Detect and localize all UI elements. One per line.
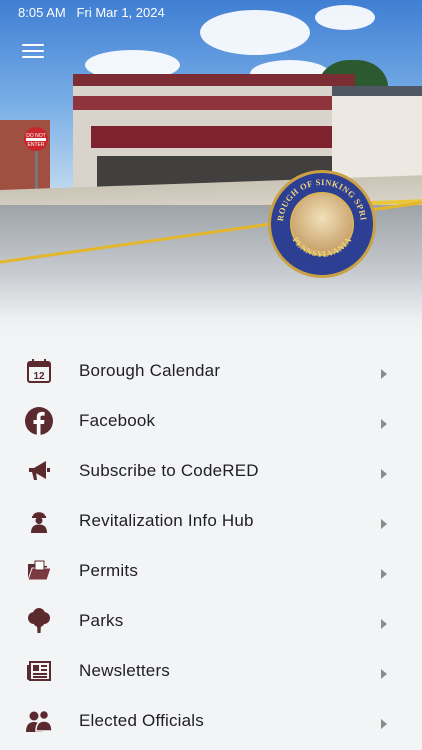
status-date: Fri Mar 1, 2024 (76, 5, 165, 20)
status-time: 8:05 AM (18, 5, 66, 20)
menu-item-label: Subscribe to CodeRED (79, 461, 259, 480)
calendar-icon: 12 (25, 357, 53, 385)
tree-icon (25, 607, 53, 635)
chevron-right-icon (381, 519, 387, 529)
menu-item-label: Parks (79, 611, 124, 630)
folder-icon (25, 557, 53, 585)
menu-bar-line (22, 56, 44, 58)
seal-text: BOROUGH OF SINKING SPRING PENNSYLVANIA (271, 173, 369, 259)
newspaper-icon (25, 657, 53, 685)
svg-text:PENNSYLVANIA: PENNSYLVANIA (291, 235, 354, 259)
header-banner-image: DO NOT ENTER BOROUGH OF SINKING SPRING P… (0, 0, 422, 340)
status-bar: 8:05 AM Fri Mar 1, 2024 (18, 5, 165, 20)
seal-bottom-text: PENNSYLVANIA (291, 235, 354, 259)
menu-item-label: Borough Calendar (79, 361, 221, 380)
chevron-right-icon (381, 369, 387, 379)
menu-item-elected-officials[interactable]: Elected Officials (0, 695, 422, 745)
menu-item-newsletters[interactable]: Newsletters (0, 645, 422, 695)
facebook-icon (25, 407, 53, 435)
menu-item-revitalization-info-hub[interactable]: Revitalization Info Hub (0, 495, 422, 545)
chevron-right-icon (381, 469, 387, 479)
seal-top-text: BOROUGH OF SINKING SPRING (271, 173, 368, 222)
borough-seal-logo: BOROUGH OF SINKING SPRING PENNSYLVANIA (268, 170, 376, 278)
worker-icon (25, 507, 53, 535)
menu-item-parks[interactable]: Parks (0, 595, 422, 645)
chevron-right-icon (381, 419, 387, 429)
sign-text-line2: ENTER (28, 142, 45, 148)
menu-bar-line (22, 50, 44, 52)
menu-item-facebook[interactable]: Facebook (0, 395, 422, 445)
officials-icon (25, 707, 53, 735)
menu-item-label: Revitalization Info Hub (79, 511, 254, 530)
menu-bar-line (22, 44, 44, 46)
menu-item-label: Facebook (79, 411, 156, 430)
menu-item-subscribe-codered[interactable]: Subscribe to CodeRED (0, 445, 422, 495)
chevron-right-icon (381, 619, 387, 629)
calendar-icon-number: 12 (33, 371, 45, 382)
hamburger-menu-icon[interactable] (18, 40, 48, 62)
svg-text:BOROUGH OF SINKING SPRING: BOROUGH OF SINKING SPRING (271, 173, 369, 222)
menu-item-borough-calendar[interactable]: 12 Borough Calendar (0, 345, 422, 395)
chevron-right-icon (381, 569, 387, 579)
building-awning (91, 126, 355, 148)
cloud (200, 10, 310, 55)
main-menu-list: 12 Borough Calendar Facebook Subscribe t… (0, 345, 422, 745)
menu-item-label: Elected Officials (79, 711, 204, 730)
chevron-right-icon (381, 669, 387, 679)
menu-item-label: Newsletters (79, 661, 171, 680)
building-fascia (73, 96, 355, 110)
menu-item-label: Permits (79, 561, 139, 580)
chevron-right-icon (381, 719, 387, 729)
cloud (315, 5, 375, 30)
menu-item-permits[interactable]: Permits (0, 545, 422, 595)
megaphone-icon (25, 457, 53, 485)
